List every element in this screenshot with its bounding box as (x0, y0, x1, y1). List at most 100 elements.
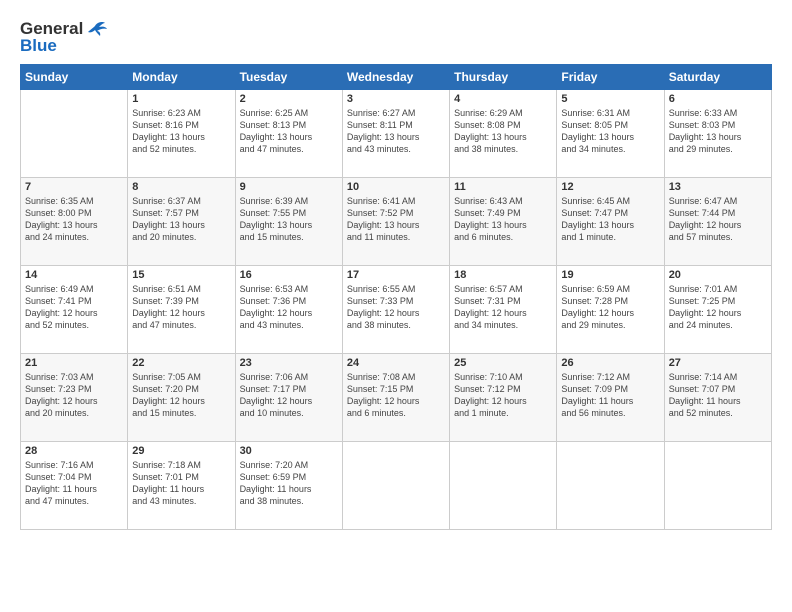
day-info: Sunrise: 6:23 AM Sunset: 8:16 PM Dayligh… (132, 107, 230, 156)
day-number: 27 (669, 357, 767, 369)
day-number: 10 (347, 181, 445, 193)
day-number: 26 (561, 357, 659, 369)
calendar-week-5: 28 Sunrise: 7:16 AM Sunset: 7:04 PM Dayli… (21, 442, 772, 530)
day-info: Sunrise: 6:53 AM Sunset: 7:36 PM Dayligh… (240, 283, 338, 332)
day-number: 24 (347, 357, 445, 369)
calendar-cell: 29Sunrise: 7:18 AM Sunset: 7:01 PM Dayli… (128, 442, 235, 530)
calendar-cell: 12 Sunrise: 6:45 AM Sunset: 7:47 PM Dayli… (557, 178, 664, 266)
calendar-cell: 9 Sunrise: 6:39 AM Sunset: 7:55 PM Daylig… (235, 178, 342, 266)
calendar-week-1: 1 Sunrise: 6:23 AM Sunset: 8:16 PM Daylig… (21, 90, 772, 178)
day-info: Sunrise: 7:05 AM Sunset: 7:20 PM Dayligh… (132, 371, 230, 420)
calendar-cell: 23 Sunrise: 7:06 AM Sunset: 7:17 PM Dayli… (235, 354, 342, 442)
day-number: 9 (240, 181, 338, 193)
day-number: 18 (454, 269, 552, 281)
calendar-header-wednesday: Wednesday (342, 65, 449, 90)
day-info: Sunrise: 6:45 AM Sunset: 7:47 PM Dayligh… (561, 195, 659, 244)
calendar-cell: 15Sunrise: 6:51 AM Sunset: 7:39 PM Dayli… (128, 266, 235, 354)
calendar-cell: 19 Sunrise: 6:59 AM Sunset: 7:28 PM Dayli… (557, 266, 664, 354)
day-number: 17 (347, 269, 445, 281)
calendar-header-thursday: Thursday (450, 65, 557, 90)
logo-bird-icon (85, 18, 107, 40)
calendar-cell (342, 442, 449, 530)
day-info: Sunrise: 7:03 AM Sunset: 7:23 PM Dayligh… (25, 371, 123, 420)
calendar-cell (557, 442, 664, 530)
calendar-header-tuesday: Tuesday (235, 65, 342, 90)
calendar-cell: 5Sunrise: 6:31 AM Sunset: 8:05 PM Daylig… (557, 90, 664, 178)
day-info: Sunrise: 6:59 AM Sunset: 7:28 PM Dayligh… (561, 283, 659, 332)
calendar-cell: 8 Sunrise: 6:37 AM Sunset: 7:57 PM Daylig… (128, 178, 235, 266)
calendar-week-3: 14 Sunrise: 6:49 AM Sunset: 7:41 PM Dayli… (21, 266, 772, 354)
calendar-header-row: SundayMondayTuesdayWednesdayThursdayFrid… (21, 65, 772, 90)
day-info: Sunrise: 7:12 AM Sunset: 7:09 PM Dayligh… (561, 371, 659, 420)
logo-blue: Blue (20, 36, 57, 56)
day-number: 6 (669, 93, 767, 105)
day-info: Sunrise: 7:06 AM Sunset: 7:17 PM Dayligh… (240, 371, 338, 420)
day-info: Sunrise: 7:20 AM Sunset: 6:59 PM Dayligh… (240, 459, 338, 508)
page-header: General Blue (20, 18, 772, 56)
day-info: Sunrise: 6:27 AM Sunset: 8:11 PM Dayligh… (347, 107, 445, 156)
calendar-header-monday: Monday (128, 65, 235, 90)
day-number: 15 (132, 269, 230, 281)
day-info: Sunrise: 6:47 AM Sunset: 7:44 PM Dayligh… (669, 195, 767, 244)
day-number: 16 (240, 269, 338, 281)
calendar-cell: 17 Sunrise: 6:55 AM Sunset: 7:33 PM Dayli… (342, 266, 449, 354)
calendar-week-2: 7 Sunrise: 6:35 AM Sunset: 8:00 PM Daylig… (21, 178, 772, 266)
calendar-cell: 10 Sunrise: 6:41 AM Sunset: 7:52 PM Dayli… (342, 178, 449, 266)
calendar-cell: 18 Sunrise: 6:57 AM Sunset: 7:31 PM Dayli… (450, 266, 557, 354)
day-info: Sunrise: 6:29 AM Sunset: 8:08 PM Dayligh… (454, 107, 552, 156)
day-number: 5 (561, 93, 659, 105)
calendar-cell: 25 Sunrise: 7:10 AM Sunset: 7:12 PM Dayli… (450, 354, 557, 442)
day-info: Sunrise: 6:49 AM Sunset: 7:41 PM Dayligh… (25, 283, 123, 332)
day-number: 3 (347, 93, 445, 105)
calendar-cell (664, 442, 771, 530)
calendar-cell: 27Sunrise: 7:14 AM Sunset: 7:07 PM Dayli… (664, 354, 771, 442)
day-number: 4 (454, 93, 552, 105)
day-info: Sunrise: 6:57 AM Sunset: 7:31 PM Dayligh… (454, 283, 552, 332)
day-number: 21 (25, 357, 123, 369)
calendar-cell: 20Sunrise: 7:01 AM Sunset: 7:25 PM Dayli… (664, 266, 771, 354)
day-number: 29 (132, 445, 230, 457)
calendar-cell: 7 Sunrise: 6:35 AM Sunset: 8:00 PM Daylig… (21, 178, 128, 266)
day-number: 7 (25, 181, 123, 193)
day-info: Sunrise: 7:16 AM Sunset: 7:04 PM Dayligh… (25, 459, 123, 508)
day-number: 2 (240, 93, 338, 105)
day-info: Sunrise: 6:43 AM Sunset: 7:49 PM Dayligh… (454, 195, 552, 244)
day-info: Sunrise: 6:37 AM Sunset: 7:57 PM Dayligh… (132, 195, 230, 244)
calendar-cell: 11 Sunrise: 6:43 AM Sunset: 7:49 PM Dayli… (450, 178, 557, 266)
day-info: Sunrise: 6:39 AM Sunset: 7:55 PM Dayligh… (240, 195, 338, 244)
logo: General Blue (20, 18, 107, 56)
day-number: 22 (132, 357, 230, 369)
calendar-cell (21, 90, 128, 178)
day-info: Sunrise: 7:08 AM Sunset: 7:15 PM Dayligh… (347, 371, 445, 420)
day-info: Sunrise: 6:41 AM Sunset: 7:52 PM Dayligh… (347, 195, 445, 244)
calendar-cell: 24 Sunrise: 7:08 AM Sunset: 7:15 PM Dayli… (342, 354, 449, 442)
day-number: 30 (240, 445, 338, 457)
calendar-header-sunday: Sunday (21, 65, 128, 90)
day-number: 12 (561, 181, 659, 193)
calendar-cell: 14 Sunrise: 6:49 AM Sunset: 7:41 PM Dayli… (21, 266, 128, 354)
calendar-cell: 1 Sunrise: 6:23 AM Sunset: 8:16 PM Daylig… (128, 90, 235, 178)
day-number: 13 (669, 181, 767, 193)
day-number: 14 (25, 269, 123, 281)
day-number: 19 (561, 269, 659, 281)
calendar-table: SundayMondayTuesdayWednesdayThursdayFrid… (20, 64, 772, 530)
day-number: 1 (132, 93, 230, 105)
calendar-cell: 13 Sunrise: 6:47 AM Sunset: 7:44 PM Dayli… (664, 178, 771, 266)
day-number: 23 (240, 357, 338, 369)
calendar-cell: 26 Sunrise: 7:12 AM Sunset: 7:09 PM Dayli… (557, 354, 664, 442)
calendar-cell: 6 Sunrise: 6:33 AM Sunset: 8:03 PM Daylig… (664, 90, 771, 178)
day-number: 28 (25, 445, 123, 457)
day-info: Sunrise: 6:33 AM Sunset: 8:03 PM Dayligh… (669, 107, 767, 156)
calendar-cell: 30 Sunrise: 7:20 AM Sunset: 6:59 PM Dayli… (235, 442, 342, 530)
day-number: 25 (454, 357, 552, 369)
day-info: Sunrise: 6:25 AM Sunset: 8:13 PM Dayligh… (240, 107, 338, 156)
day-info: Sunrise: 6:35 AM Sunset: 8:00 PM Dayligh… (25, 195, 123, 244)
day-info: Sunrise: 7:10 AM Sunset: 7:12 PM Dayligh… (454, 371, 552, 420)
day-number: 11 (454, 181, 552, 193)
day-info: Sunrise: 6:55 AM Sunset: 7:33 PM Dayligh… (347, 283, 445, 332)
calendar-header-saturday: Saturday (664, 65, 771, 90)
calendar-cell (450, 442, 557, 530)
calendar-cell: 3 Sunrise: 6:27 AM Sunset: 8:11 PM Daylig… (342, 90, 449, 178)
day-number: 8 (132, 181, 230, 193)
day-number: 20 (669, 269, 767, 281)
